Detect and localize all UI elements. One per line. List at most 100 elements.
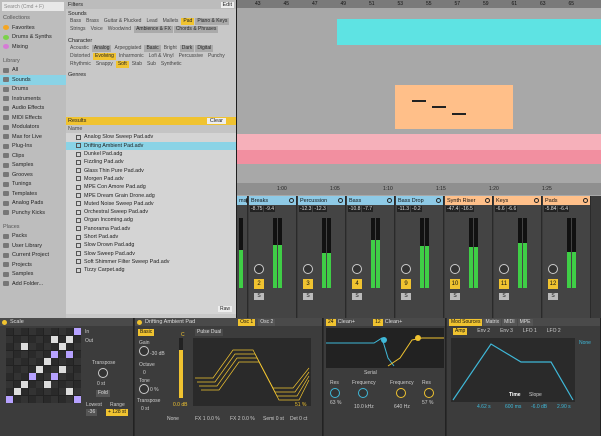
scale-cell[interactable] — [6, 335, 13, 343]
scale-cell[interactable] — [6, 358, 13, 365]
pan-knob[interactable] — [254, 264, 264, 274]
scale-cell[interactable] — [6, 350, 13, 358]
scale-cell[interactable] — [43, 373, 51, 380]
scale-cell[interactable] — [21, 350, 28, 358]
track-number-button[interactable]: 2 — [254, 279, 264, 289]
solo-button[interactable]: S — [401, 293, 411, 300]
filter-chip[interactable]: Piano & Keys — [195, 18, 230, 25]
scale-cell[interactable] — [73, 395, 81, 403]
amp-tab[interactable]: Amp — [453, 328, 468, 335]
scale-cell[interactable] — [73, 350, 81, 358]
release-value[interactable]: 2.90 s — [557, 404, 571, 410]
pan-knob[interactable] — [499, 264, 509, 274]
filter-chip[interactable]: Bright — [162, 45, 179, 52]
volume-value[interactable]: -5.84 — [544, 206, 558, 212]
scale-cell[interactable] — [6, 328, 13, 335]
places-item[interactable]: Packs — [0, 232, 66, 242]
filter-chip[interactable]: Analog — [91, 45, 112, 52]
scale-cell[interactable] — [66, 373, 73, 380]
filter-chip[interactable]: Inharmonic — [117, 53, 146, 60]
name-header[interactable]: Name — [66, 125, 236, 134]
filter-chip[interactable]: Synthetic — [159, 61, 184, 68]
filter-chip[interactable]: Brass — [84, 18, 101, 25]
transpose-knob[interactable] — [98, 368, 108, 378]
places-item[interactable]: Current Project — [0, 251, 66, 261]
scale-cell[interactable] — [51, 373, 58, 380]
track-name-header[interactable]: Percussion — [298, 196, 345, 205]
scale-cell[interactable] — [21, 343, 28, 350]
scale-cell[interactable] — [73, 343, 81, 350]
result-row[interactable]: Slow Sweep Pad.adv — [66, 249, 236, 257]
detune-value[interactable]: Det 0 ct — [290, 416, 307, 422]
basic-tab[interactable]: Basic — [138, 329, 155, 336]
fx2-value[interactable]: FX 2 0.0 % — [230, 416, 255, 422]
library-item[interactable]: Max for Live — [0, 132, 66, 142]
scale-cell[interactable] — [66, 358, 73, 365]
slope-label[interactable]: Slope — [529, 392, 542, 398]
result-row[interactable]: MPE Con Amore Pad.adg — [66, 183, 236, 191]
result-row[interactable]: Fizzling Pad.adv — [66, 158, 236, 166]
scale-cell[interactable] — [13, 350, 21, 358]
scale-cell[interactable] — [43, 388, 51, 395]
arr-clip[interactable] — [337, 36, 601, 45]
lfo2-tab[interactable]: LFO 2 — [547, 328, 561, 336]
scale-cell[interactable] — [58, 328, 66, 335]
scale-cell[interactable] — [73, 388, 81, 395]
scale-cell[interactable] — [43, 365, 51, 373]
filter1-slope[interactable]: 24 — [326, 318, 336, 326]
places-item[interactable]: Add Folder... — [0, 279, 66, 289]
mod-tab[interactable]: MPE — [517, 318, 533, 326]
scale-cell[interactable] — [66, 328, 73, 335]
filter-chip[interactable]: Bass — [68, 18, 83, 25]
track-name-header[interactable]: Keys — [494, 196, 541, 205]
scale-cell[interactable] — [51, 395, 58, 403]
result-row[interactable]: Glass Thin Pure Pad.adv — [66, 166, 236, 174]
solo-button[interactable]: S — [303, 293, 313, 300]
scale-cell[interactable] — [28, 343, 36, 350]
env2-tab[interactable]: Env 2 — [477, 328, 490, 336]
clear-button[interactable]: Clear — [206, 118, 226, 124]
library-item[interactable]: Audio Effects — [0, 104, 66, 114]
result-row[interactable]: Soft Shimmer Filter Sweep Pad.adv — [66, 258, 236, 266]
result-row[interactable]: Analog Slow Sweep Pad.adv — [66, 133, 236, 141]
filter-chip[interactable]: Voice — [89, 26, 105, 33]
filter-chip[interactable]: Lofi & Vinyl — [147, 53, 176, 60]
volume-value[interactable]: -0.2 — [411, 206, 422, 212]
library-item[interactable]: Plug-Ins — [0, 142, 66, 152]
filter-chip[interactable]: Acoustic — [68, 45, 91, 52]
scale-cell[interactable] — [43, 350, 51, 358]
track-name-header[interactable]: Bass Drop — [396, 196, 443, 205]
genres-label[interactable]: Genres — [66, 70, 236, 79]
scale-cell[interactable] — [43, 358, 51, 365]
scale-cell[interactable] — [66, 395, 73, 403]
library-item[interactable]: Templates — [0, 189, 66, 199]
scale-cell[interactable] — [13, 328, 21, 335]
filter-chip[interactable]: Stab — [130, 61, 144, 68]
scale-cell[interactable] — [73, 335, 81, 343]
scale-cell[interactable] — [66, 343, 73, 350]
scale-cell[interactable] — [36, 395, 43, 403]
filter-curve[interactable] — [326, 328, 444, 368]
filter-chip[interactable]: Ambience & FX — [134, 26, 173, 33]
scale-cell[interactable] — [13, 343, 21, 350]
filter-chip[interactable]: Sub — [145, 61, 158, 68]
scale-cell[interactable] — [66, 335, 73, 343]
track-activator-icon[interactable] — [387, 198, 392, 203]
scale-cell[interactable] — [21, 380, 28, 388]
scale-cell[interactable] — [51, 358, 58, 365]
wave-select[interactable]: Pulse Dual — [195, 329, 224, 336]
fold-button[interactable]: Fold — [96, 390, 110, 397]
character-label[interactable]: Character — [66, 36, 236, 45]
freq1-knob[interactable] — [358, 388, 368, 398]
scale-cell[interactable] — [6, 395, 13, 403]
scale-cell[interactable] — [13, 395, 21, 403]
mod-tab[interactable]: MIDI — [502, 318, 517, 326]
scale-cell[interactable] — [51, 335, 58, 343]
places-item[interactable]: Samples — [0, 270, 66, 280]
serial-label[interactable]: Serial — [364, 370, 377, 376]
scale-cell[interactable] — [21, 365, 28, 373]
track-name-header[interactable]: Synth Riser — [445, 196, 492, 205]
scale-cell[interactable] — [13, 388, 21, 395]
result-row[interactable]: Orchestral Sweep Pad.adv — [66, 208, 236, 216]
tone-knob[interactable] — [139, 384, 149, 394]
